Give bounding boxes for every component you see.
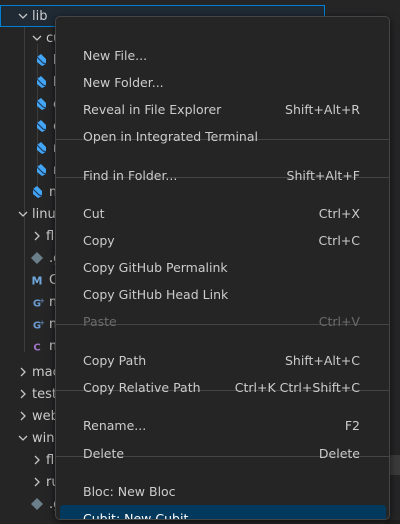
menu-item-copy-path[interactable]: Copy Path Shift+Alt+C — [60, 347, 386, 373]
menu-item-paste: Paste Ctrl+V — [60, 308, 386, 334]
menu-item-copy-github-permalink[interactable]: Copy GitHub Permalink — [60, 254, 386, 280]
menu-item-shortcut: Ctrl+V — [318, 313, 360, 329]
chevron-right-icon[interactable] — [16, 365, 30, 379]
dart-file-icon — [34, 97, 48, 111]
cpp-file-icon: G + — [30, 295, 44, 309]
menu-item-label: Rename... — [83, 417, 147, 433]
dart-file-icon — [34, 163, 48, 177]
c-file-icon: C — [30, 339, 44, 354]
chevron-right-icon[interactable] — [30, 229, 44, 243]
git-file-icon — [30, 251, 44, 265]
menu-item-shortcut: Ctrl+K Ctrl+Shift+C — [234, 379, 360, 395]
cpp-file-icon: G + — [30, 317, 44, 331]
menu-item-shortcut: Shift+Alt+F — [286, 167, 360, 183]
menu-item-cut[interactable]: Cut Ctrl+X — [60, 200, 386, 226]
menu-item-cubit-new-cubit[interactable]: Cubit: New Cubit — [60, 505, 386, 520]
menu-item-label: Find in Folder... — [83, 167, 178, 183]
git-file-icon — [30, 497, 44, 511]
menu-item-label: Copy Relative Path — [83, 379, 201, 395]
svg-text:C: C — [33, 343, 40, 354]
menu-item-label: Copy GitHub Permalink — [83, 259, 228, 275]
chevron-down-icon[interactable] — [16, 9, 30, 23]
menu-item-label: Cut — [83, 205, 105, 221]
chevron-right-icon[interactable] — [16, 387, 30, 401]
svg-text:+: + — [39, 319, 44, 327]
chevron-down-icon[interactable] — [16, 431, 30, 445]
svg-text:M: M — [32, 275, 43, 288]
cmake-file-icon: M — [30, 273, 44, 288]
menu-item-label: Bloc: New Bloc — [83, 483, 176, 499]
chevron-right-icon[interactable] — [16, 409, 30, 423]
menu-item-label: Copy Path — [83, 352, 147, 368]
menu-item-shortcut: F2 — [344, 417, 360, 433]
menu-item-new-file[interactable]: New File... — [60, 42, 386, 68]
menu-item-shortcut: Ctrl+X — [318, 205, 360, 221]
dart-file-icon — [30, 185, 44, 199]
chevron-right-icon[interactable] — [30, 453, 44, 467]
menu-item-label: Copy — [83, 232, 115, 248]
menu-item-copy-relative-path[interactable]: Copy Relative Path Ctrl+K Ctrl+Shift+C — [60, 374, 386, 400]
menu-item-shortcut: Shift+Alt+R — [285, 101, 360, 117]
menu-item-label: Reveal in File Explorer — [83, 101, 222, 117]
vscode-window: libcubbccnnmlinuflu.gMCNG+mG+mCmmactestw… — [0, 0, 400, 524]
svg-text:+: + — [39, 297, 44, 305]
menu-item-label: Cubit: New Cubit — [83, 510, 189, 520]
menu-item-label: Open in Integrated Terminal — [83, 128, 258, 144]
dart-file-icon — [34, 141, 48, 155]
tree-item-label: test — [32, 386, 57, 402]
chevron-down-icon[interactable] — [16, 207, 30, 221]
chevron-down-icon[interactable] — [30, 31, 44, 45]
menu-item-open-in-integrated-terminal[interactable]: Open in Integrated Terminal — [60, 123, 386, 149]
menu-item-rename[interactable]: Rename... F2 — [60, 412, 386, 438]
menu-item-new-folder[interactable]: New Folder... — [60, 69, 386, 95]
tree-item-label: win — [32, 430, 55, 446]
tree-item-label: lib — [32, 8, 48, 24]
dart-file-icon — [34, 75, 48, 89]
menu-item-bloc-new-bloc[interactable]: Bloc: New Bloc — [60, 478, 386, 504]
menu-item-copy[interactable]: Copy Ctrl+C — [60, 227, 386, 253]
menu-item-reveal-in-file-explorer[interactable]: Reveal in File Explorer Shift+Alt+R — [60, 96, 386, 122]
tree-item-label: linu — [32, 206, 56, 222]
side-panel-edge — [390, 455, 400, 475]
context-menu: New File... New Folder... Reveal in File E… — [55, 16, 390, 520]
menu-item-label: New File... — [83, 47, 148, 63]
menu-item-label: New Folder... — [83, 74, 164, 90]
menu-item-delete[interactable]: Delete Delete — [60, 440, 386, 466]
menu-item-copy-github-head-link[interactable]: Copy GitHub Head Link — [60, 281, 386, 307]
menu-item-label: Delete — [83, 445, 125, 461]
dart-file-icon — [34, 119, 48, 133]
menu-item-shortcut: Ctrl+C — [318, 232, 360, 248]
menu-item-label: Paste — [83, 313, 117, 329]
menu-item-shortcut: Delete — [318, 445, 360, 461]
menu-item-shortcut: Shift+Alt+C — [284, 352, 360, 368]
menu-item-find-in-folder[interactable]: Find in Folder... Shift+Alt+F — [60, 162, 386, 188]
menu-item-label: Copy GitHub Head Link — [83, 286, 229, 302]
dart-file-icon — [34, 53, 48, 67]
chevron-right-icon[interactable] — [30, 475, 44, 489]
status-strip — [385, 520, 400, 524]
